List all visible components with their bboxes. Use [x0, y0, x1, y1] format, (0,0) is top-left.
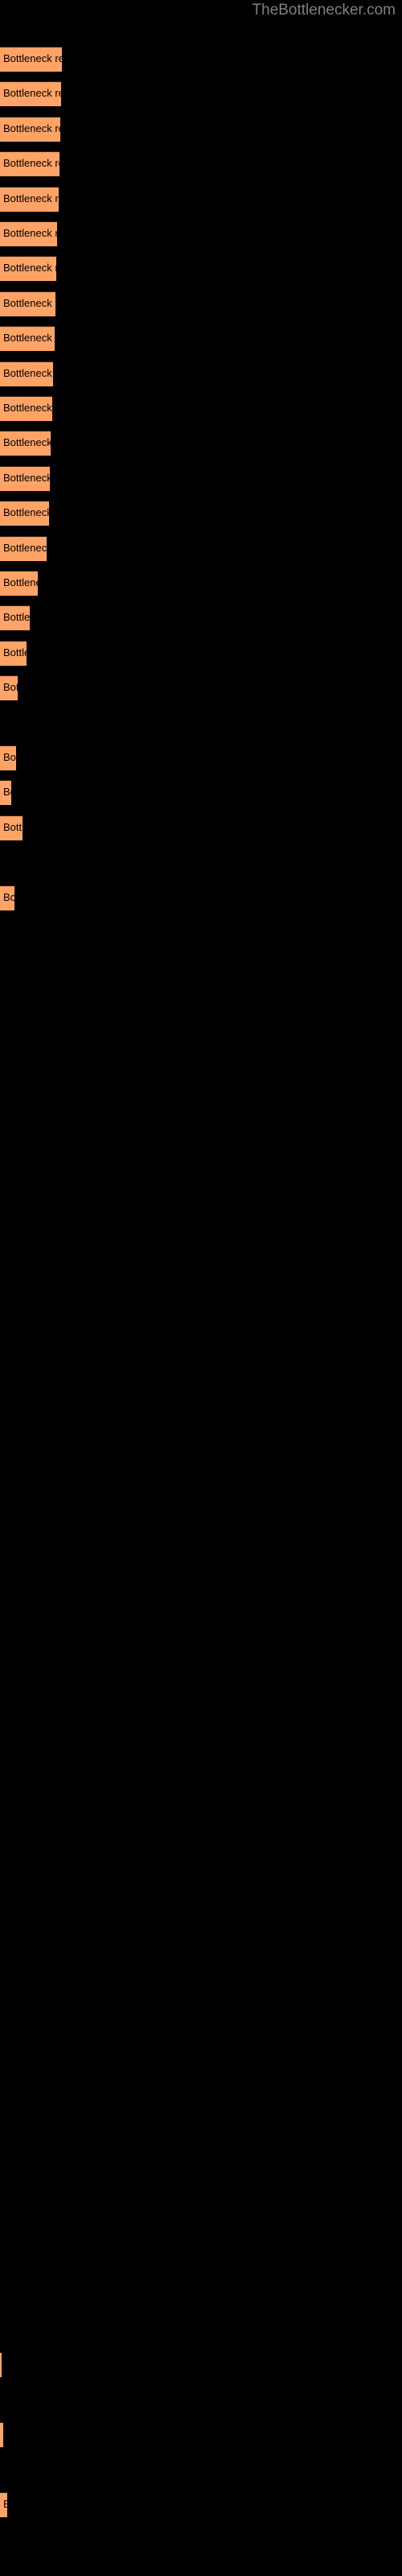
bar-label: Bottleneck result: [3, 751, 16, 763]
bar-label: Bottleneck result: [3, 262, 56, 275]
bar: Bottleneck result: [0, 221, 57, 246]
bar: Bottleneck result: [0, 501, 49, 526]
bar-label: Bottleneck result: [3, 366, 53, 379]
bar: Bottleneck result: [0, 675, 18, 701]
bar: Bottleneck result: [0, 535, 47, 561]
bar: Bottleneck result: [0, 605, 30, 631]
bottleneck-bar-chart: TheBottlenecker.com Bottleneck resultBot…: [0, 0, 402, 2576]
bar: Bottleneck result: [0, 2422, 3, 2448]
bar-label: Bottleneck result: [3, 611, 30, 624]
bar: Bottleneck result: [0, 291, 55, 316]
bar: Bottleneck result: [0, 465, 50, 491]
bar-label: Bottleneck result: [3, 296, 55, 309]
bar: Bottleneck result: [0, 2352, 2, 2378]
bar: Bottleneck result: [0, 640, 27, 666]
bar-label: Bottleneck result: [3, 122, 60, 134]
bar: Bottleneck result: [0, 885, 14, 910]
bar: Bottleneck result: [0, 396, 52, 421]
bar-label: Bottleneck result: [3, 541, 47, 554]
bar: Bottleneck result: [0, 186, 59, 212]
bars-layer: Bottleneck result Bottleneck result Bottle…: [0, 0, 402, 2576]
bar-label: Bottleneck result: [3, 157, 59, 170]
bar: Bottleneck result: [0, 326, 55, 352]
bar-label: Bottleneck result: [3, 192, 59, 204]
bar: Bottleneck result: [0, 256, 56, 282]
bar-label: Bottleneck result: [3, 52, 62, 64]
bar-label: Bottleneck result: [3, 402, 52, 414]
bar: Bottleneck result: [0, 151, 59, 177]
bar: Bottleneck result: [0, 2492, 7, 2517]
bar-label: Bottleneck result: [3, 786, 11, 799]
bar-label: Bottleneck result: [3, 890, 14, 903]
bar: Bottleneck result: [0, 361, 53, 386]
bar-label: Bottleneck result: [3, 576, 38, 588]
bar-label: Bottleneck result: [3, 436, 51, 449]
bar-label: Bottleneck result: [3, 646, 27, 658]
bar: Bottleneck result: [0, 745, 16, 770]
bar: Bottleneck result: [0, 116, 60, 142]
bar: Bottleneck result: [0, 815, 23, 840]
bar-label: Bottleneck result: [3, 2497, 7, 2512]
bar-label: Bottleneck result: [3, 332, 55, 345]
bar-label: Bottleneck result: [3, 471, 50, 484]
bar-label: Bottleneck result: [3, 681, 18, 694]
bar: Bottleneck result: [0, 81, 61, 107]
bar: Bottleneck result: [0, 780, 11, 806]
bar: Bottleneck result: [0, 431, 51, 456]
bar-label: Bottleneck result: [3, 87, 61, 100]
bar-label: Bottleneck result: [3, 506, 49, 519]
bar: Bottleneck result: [0, 571, 38, 596]
bar: Bottleneck result: [0, 47, 62, 72]
bar-label: Bottleneck result: [3, 227, 57, 239]
bar-label: Bottleneck result: [3, 820, 23, 833]
